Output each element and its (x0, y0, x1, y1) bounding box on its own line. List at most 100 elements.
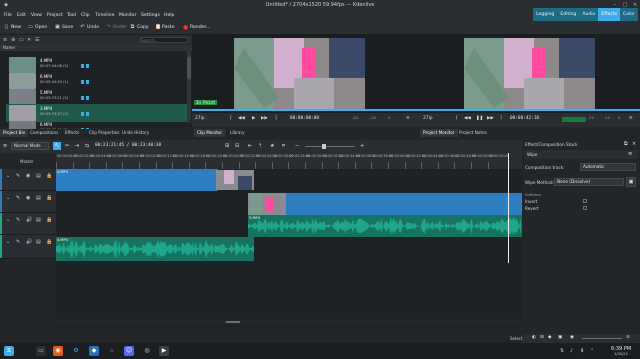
marker-icon[interactable]: ★ (270, 143, 274, 149)
project-forward-icon[interactable]: ▶▶ (487, 116, 494, 121)
zoom-slider-handle[interactable] (322, 144, 326, 149)
workspace-audio[interactable]: Audio (579, 8, 598, 21)
clip-monitor-zone-bar[interactable] (192, 109, 420, 111)
steam-icon[interactable]: ♨ (107, 346, 117, 356)
obs-icon[interactable]: ◎ (142, 346, 152, 356)
a1-lock-icon[interactable]: 🔒 (46, 217, 52, 223)
project-set-in-icon[interactable]: [ (456, 116, 458, 121)
v2-target-icon[interactable]: ▤ (36, 173, 41, 179)
app-launcher-icon[interactable]: ⧖ (4, 346, 14, 356)
v2-hide-icon[interactable]: ◉ (26, 173, 30, 179)
bin-scrollbar[interactable] (187, 51, 191, 123)
undo-button[interactable]: ↶ Undo (80, 25, 99, 31)
spacer-tool-icon[interactable]: ⇥ (75, 143, 79, 149)
insert-icon[interactable]: ⊞ (225, 143, 229, 149)
playhead[interactable] (508, 153, 509, 263)
wipe-method-select[interactable]: None (Dissolve) (554, 178, 624, 186)
menu-file[interactable]: File (4, 13, 12, 18)
project-set-out-icon[interactable]: ] (500, 116, 502, 121)
v1-hide-icon[interactable]: ◉ (26, 195, 30, 201)
menu-tool[interactable]: Tool (67, 13, 76, 18)
overwrite-icon[interactable]: ⊟ (235, 143, 239, 149)
fx-eye-icon[interactable]: ◉ (570, 335, 574, 340)
project-zoom-select[interactable]: 27ip (423, 116, 433, 121)
fx-keyframe-icon[interactable]: ◆ (548, 335, 551, 340)
fx-menu-icon[interactable]: ≡ (626, 335, 630, 340)
v1-edit-icon[interactable]: ✎ (16, 195, 20, 201)
tray-expand-icon[interactable]: ⌃ (590, 348, 594, 354)
a2-collapse-icon[interactable]: ⌄ (6, 239, 10, 245)
fx-compare-icon[interactable]: ◐ (532, 335, 536, 340)
clip-set-in-icon[interactable]: [ (230, 116, 232, 121)
tab-project-monitor[interactable]: Project Monitor (420, 129, 458, 137)
zoom-in-icon[interactable]: + (360, 143, 364, 149)
slip-tool-icon[interactable]: ⇆ (85, 143, 89, 149)
menu-clip[interactable]: Clip (81, 13, 90, 18)
add-folder-icon[interactable]: ▭ (19, 37, 24, 43)
copy-button[interactable]: ⧉ Copy (130, 25, 149, 31)
open-button[interactable]: ▭ Open (28, 25, 47, 31)
clip-v2-4mp4[interactable]: 4.MP4 (56, 169, 218, 191)
a2-target-icon[interactable]: ▤ (36, 239, 41, 245)
clock-date[interactable]: 1/30/22 (614, 352, 628, 356)
timeline-scrollbar-thumb[interactable] (226, 321, 240, 323)
tab-library[interactable]: Library (227, 129, 248, 137)
delete-icon[interactable]: ✕ (27, 37, 31, 43)
firefox-icon[interactable]: ◉ (53, 346, 63, 356)
tab-clip-properties[interactable]: Clip Properties (86, 129, 122, 137)
v1-collapse-icon[interactable]: ⌄ (6, 195, 10, 201)
a2-lock-icon[interactable]: 🔒 (46, 239, 52, 245)
composition-track-select[interactable]: Automatic (580, 163, 636, 171)
fx-zoom-slider[interactable] (582, 338, 622, 339)
a2-edit-icon[interactable]: ✎ (16, 239, 20, 245)
track-header-a2[interactable]: ⌄ ✎ 🔊 ▤ 🔒 (0, 235, 56, 259)
effect-header[interactable]: Wipe ≡ (524, 150, 638, 159)
workspace-logging[interactable]: Logging (533, 8, 557, 21)
revert-checkbox[interactable] (583, 206, 587, 210)
clip-v1-5mp4[interactable]: 5.MP4 (248, 193, 522, 215)
tab-clip-monitor[interactable]: Clip Monitor (194, 129, 226, 137)
tab-project-notes[interactable]: Project Notes (456, 129, 490, 137)
tray-volume-icon[interactable]: ♪ (570, 348, 573, 354)
clip-set-out-icon[interactable]: ] (275, 116, 277, 121)
clip-monitor-menu-icon[interactable]: ≡ (406, 116, 410, 121)
track-header-v1[interactable]: ⌄ ✎ ◉ ▤ 🔒 (0, 191, 56, 213)
project-monitor-menu-icon[interactable]: ≡ (629, 116, 633, 121)
save-button[interactable]: ▣ Save (55, 25, 73, 31)
bin-name-header[interactable]: Name (3, 45, 15, 50)
razor-tool-icon[interactable]: ✂ (65, 143, 69, 149)
v2-collapse-icon[interactable]: ⌄ (6, 173, 10, 179)
invert-checkbox[interactable] (583, 199, 587, 203)
menu-icon[interactable]: ≡ (3, 37, 7, 43)
workspace-effects[interactable]: Effects (598, 8, 620, 21)
menu-help[interactable]: Help (164, 13, 174, 18)
effect-menu-icon[interactable]: ≡ (628, 151, 632, 157)
extract-icon[interactable]: ⇤ (248, 143, 252, 149)
menu-monitor[interactable]: Monitor (119, 13, 136, 18)
store-icon[interactable]: ◆ (89, 346, 99, 356)
clip-monitor-timecode[interactable]: 00:00:00:00 (290, 116, 319, 121)
project-rewind-icon[interactable]: ◀◀ (464, 116, 471, 121)
menu-settings[interactable]: Settings (141, 13, 160, 18)
tab-undo-history[interactable]: Undo History (119, 129, 152, 137)
a1-edit-icon[interactable]: ✎ (16, 217, 20, 223)
project-monitor-canvas[interactable] (464, 38, 595, 111)
clip-rewind-icon[interactable]: ◀◀ (238, 116, 245, 121)
clip-a1-5mp4[interactable]: 5.MP4 (248, 215, 522, 237)
file-manager-icon[interactable]: ▭ (36, 346, 46, 356)
menu-timeline[interactable]: Timeline (95, 13, 115, 18)
clip-forward-icon[interactable]: ▶▶ (261, 116, 268, 121)
fx-collapse-icon[interactable]: ⊟ (540, 335, 544, 340)
discord-icon[interactable]: ☺ (124, 346, 134, 356)
a1-collapse-icon[interactable]: ⌄ (6, 217, 10, 223)
snap-icon[interactable]: ⌗ (282, 143, 285, 149)
properties-icon[interactable]: ☰ (35, 37, 39, 43)
tray-network-icon[interactable]: ⇅ (560, 348, 564, 354)
menu-project[interactable]: Project (47, 13, 63, 18)
fx-save-icon[interactable]: ▣ (558, 335, 562, 340)
add-clip-icon[interactable]: ⊕ (11, 37, 15, 43)
workspace-color[interactable]: Color (620, 8, 638, 21)
bin-search-input[interactable] (140, 37, 188, 43)
select-tool-icon[interactable]: ↖ (53, 142, 61, 150)
lift-icon[interactable]: ⇡ (258, 143, 262, 149)
